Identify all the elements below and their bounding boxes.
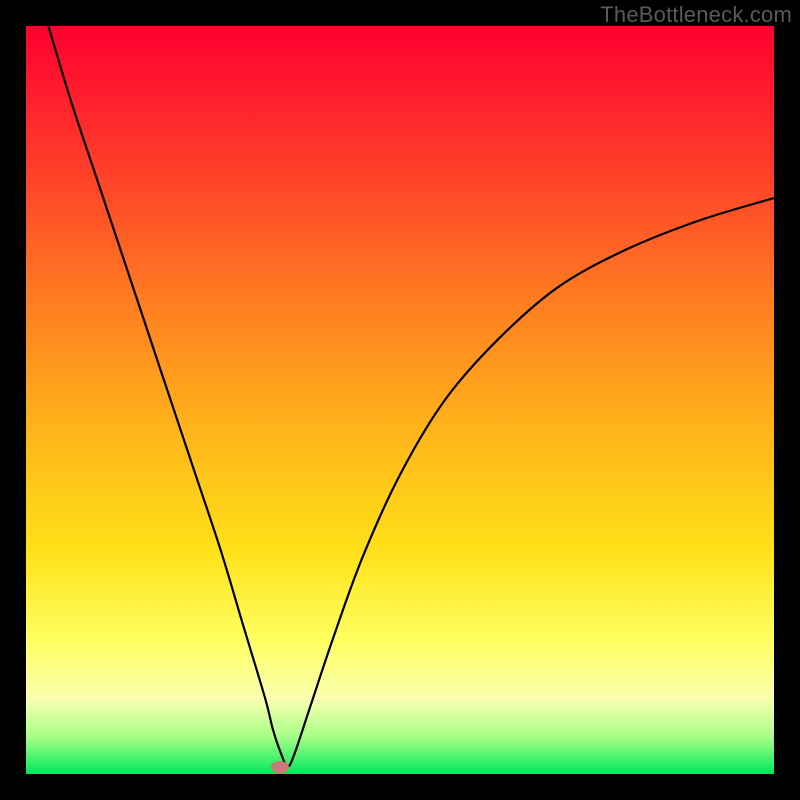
chart-plot-area [26, 26, 774, 774]
chart-curve-svg [26, 26, 774, 774]
watermark-text: TheBottleneck.com [600, 2, 792, 28]
bottleneck-curve-path [48, 26, 774, 767]
minimum-marker [271, 761, 289, 773]
